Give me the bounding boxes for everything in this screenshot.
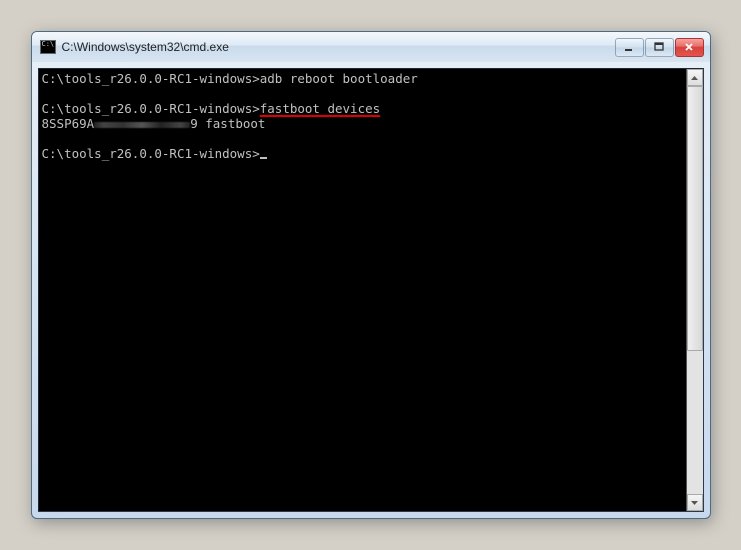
prompt: C:\tools_r26.0.0-RC1-windows> <box>42 101 260 116</box>
titlebar[interactable]: C:\Windows\system32\cmd.exe <box>32 32 710 62</box>
device-mode: fastboot <box>198 116 266 131</box>
window-controls <box>615 38 704 57</box>
command-text: adb reboot bootloader <box>260 71 418 86</box>
scroll-up-button[interactable] <box>687 69 703 86</box>
window-title: C:\Windows\system32\cmd.exe <box>62 40 615 54</box>
minimize-button[interactable] <box>615 38 644 57</box>
scroll-down-button[interactable] <box>687 494 703 511</box>
redacted-text <box>94 120 190 130</box>
vertical-scrollbar[interactable] <box>686 69 703 511</box>
cmd-window: C:\Windows\system32\cmd.exe C:\tools_r26… <box>31 31 711 519</box>
console-frame: C:\tools_r26.0.0-RC1-windows>adb reboot … <box>38 68 704 512</box>
prompt: C:\tools_r26.0.0-RC1-windows> <box>42 71 260 86</box>
scrollbar-track[interactable] <box>687 86 703 494</box>
chevron-up-icon <box>691 76 698 80</box>
scrollbar-thumb[interactable] <box>687 86 703 351</box>
maximize-icon <box>654 42 664 52</box>
cursor <box>260 157 267 159</box>
chevron-down-icon <box>691 501 698 505</box>
console-output[interactable]: C:\tools_r26.0.0-RC1-windows>adb reboot … <box>39 69 686 511</box>
close-icon <box>684 42 694 52</box>
minimize-icon <box>624 42 634 52</box>
device-id-suffix: 9 <box>190 116 198 131</box>
cmd-icon <box>40 40 56 54</box>
close-button[interactable] <box>675 38 704 57</box>
prompt: C:\tools_r26.0.0-RC1-windows> <box>42 146 260 161</box>
maximize-button[interactable] <box>645 38 674 57</box>
device-id-prefix: 8SSP69A <box>42 116 95 131</box>
command-text-highlighted: fastboot devices <box>260 101 380 116</box>
